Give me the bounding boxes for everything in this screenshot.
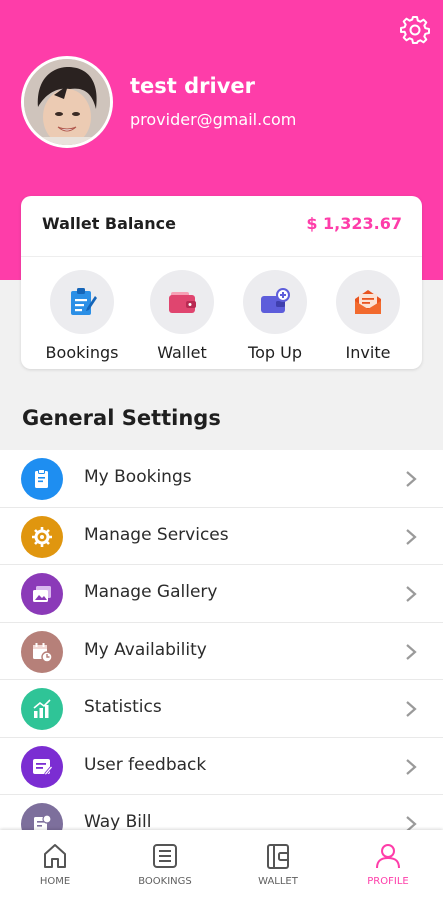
bookings-clipboard-icon xyxy=(71,288,97,315)
quick-action-label: Wallet xyxy=(157,343,207,362)
wallet-balance-label: Wallet Balance xyxy=(42,214,176,233)
quick-action-label: Bookings xyxy=(45,343,119,362)
menu-item-label: Way Bill xyxy=(84,812,152,830)
bookings-list-icon xyxy=(153,844,177,868)
bottom-navigation: HOME BOOKINGS WALLET PROFILE xyxy=(0,830,443,900)
wallet-icon xyxy=(169,292,196,313)
menu-item-user-feedback[interactable]: User feedback xyxy=(0,738,443,795)
chevron-right-icon xyxy=(406,586,417,602)
settings-menu-list: My Bookings Manage Services Manage Galle… xyxy=(0,450,443,830)
menu-item-label: User feedback xyxy=(84,754,207,775)
quick-action-label: Invite xyxy=(345,343,391,362)
avatar[interactable] xyxy=(21,56,113,148)
nav-tab-wallet[interactable]: WALLET xyxy=(223,830,333,900)
menu-icon-circle xyxy=(21,745,63,788)
wallet-nav-icon xyxy=(267,844,289,869)
user-name: test driver xyxy=(130,74,256,98)
calendar-clock-icon xyxy=(33,642,53,663)
chevron-right-icon xyxy=(406,701,417,717)
waybill-icon xyxy=(34,814,52,830)
chevron-right-icon xyxy=(406,758,417,775)
gear-icon xyxy=(400,16,430,44)
menu-item-label: Manage Gallery xyxy=(84,582,218,602)
nav-tab-label: PROFILE xyxy=(367,876,409,887)
quick-action-icon-circle xyxy=(336,270,400,334)
nav-tab-label: WALLET xyxy=(258,876,298,887)
chart-icon xyxy=(33,699,51,718)
home-icon xyxy=(44,844,66,868)
wallet-balance-amount: $ 1,323.67 xyxy=(306,214,402,233)
quick-action-label: Top Up xyxy=(248,343,302,362)
menu-icon-circle xyxy=(21,688,63,730)
menu-icon-circle xyxy=(21,515,63,558)
quick-action-icon-circle xyxy=(50,270,114,334)
quick-action-icon-circle xyxy=(243,270,307,334)
gallery-icon xyxy=(33,586,51,602)
section-title: General Settings xyxy=(22,406,221,430)
menu-item-label: My Bookings xyxy=(84,467,192,487)
profile-icon xyxy=(376,844,400,869)
invite-envelope-icon xyxy=(355,290,381,314)
nav-tab-profile[interactable]: PROFILE xyxy=(333,830,443,900)
avatar-photo xyxy=(24,59,110,145)
top-up-wallet-icon xyxy=(261,288,290,313)
menu-item-manage-gallery[interactable]: Manage Gallery xyxy=(0,565,443,623)
settings-button[interactable] xyxy=(399,14,431,46)
nav-tab-label: HOME xyxy=(39,876,71,887)
menu-item-statistics[interactable]: Statistics xyxy=(0,680,443,738)
menu-item-label: My Availability xyxy=(84,639,207,660)
menu-icon-circle xyxy=(21,458,63,500)
chevron-right-icon xyxy=(406,471,417,487)
menu-item-my-bookings[interactable]: My Bookings xyxy=(0,450,443,508)
chevron-right-icon xyxy=(406,643,417,660)
chevron-right-icon xyxy=(406,528,417,545)
quick-action-invite[interactable]: Invite xyxy=(323,270,413,362)
divider xyxy=(21,256,422,257)
menu-icon-circle xyxy=(21,573,63,615)
feedback-icon xyxy=(33,758,53,776)
quick-action-bookings[interactable]: Bookings xyxy=(37,270,127,362)
quick-action-wallet[interactable]: Wallet xyxy=(137,270,227,362)
menu-item-label: Statistics xyxy=(84,697,162,717)
menu-icon-circle xyxy=(21,630,63,673)
menu-item-my-availability[interactable]: My Availability xyxy=(0,623,443,680)
nav-tab-label: BOOKINGS xyxy=(138,876,192,887)
quick-action-icon-circle xyxy=(150,270,214,334)
quick-action-top-up[interactable]: Top Up xyxy=(230,270,320,362)
menu-item-label: Manage Services xyxy=(84,524,229,545)
clipboard-icon xyxy=(35,469,48,488)
user-email: provider@gmail.com xyxy=(130,110,297,129)
nav-tab-bookings[interactable]: BOOKINGS xyxy=(110,830,220,900)
gear-icon xyxy=(32,526,52,547)
menu-item-way-bill[interactable]: Way Bill xyxy=(0,795,443,830)
chevron-right-icon xyxy=(406,816,417,830)
menu-item-manage-services[interactable]: Manage Services xyxy=(0,508,443,565)
menu-icon-circle xyxy=(21,803,63,830)
nav-tab-home[interactable]: HOME xyxy=(0,830,110,900)
wallet-card: Wallet Balance $ 1,323.67 Bookings Walle… xyxy=(21,196,422,369)
